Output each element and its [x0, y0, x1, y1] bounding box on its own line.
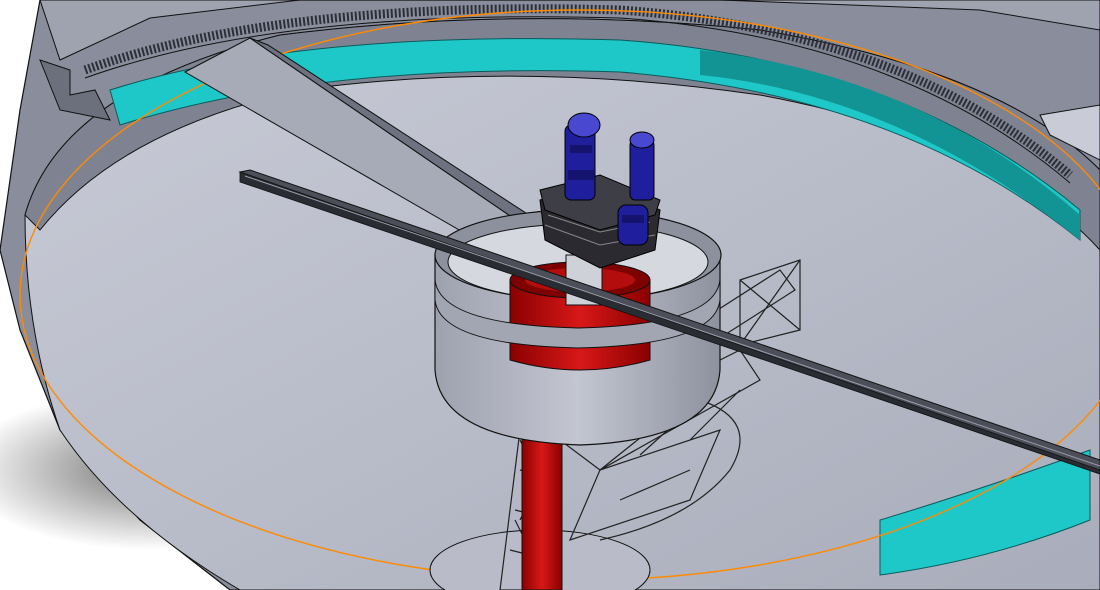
center-column-lower	[521, 429, 563, 590]
thickener-3d-model	[0, 0, 1100, 590]
cad-viewport[interactable]	[0, 0, 1100, 590]
drive-motor-left	[564, 112, 601, 201]
